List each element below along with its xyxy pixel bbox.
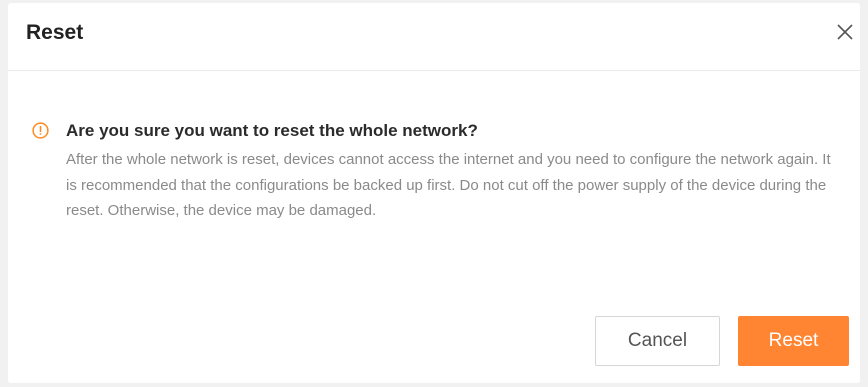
dialog-title: Reset (26, 21, 84, 44)
confirm-question: Are you sure you want to reset the whole… (66, 121, 478, 140)
close-icon[interactable] (836, 23, 854, 41)
reset-dialog: Reset Are you sure you want to reset the… (8, 3, 860, 383)
reset-button[interactable]: Reset (738, 316, 849, 366)
warning-circle-icon (32, 122, 49, 139)
dialog-header: Reset (8, 3, 860, 71)
cancel-button[interactable]: Cancel (595, 316, 720, 366)
warning-message: After the whole network is reset, device… (66, 151, 831, 219)
